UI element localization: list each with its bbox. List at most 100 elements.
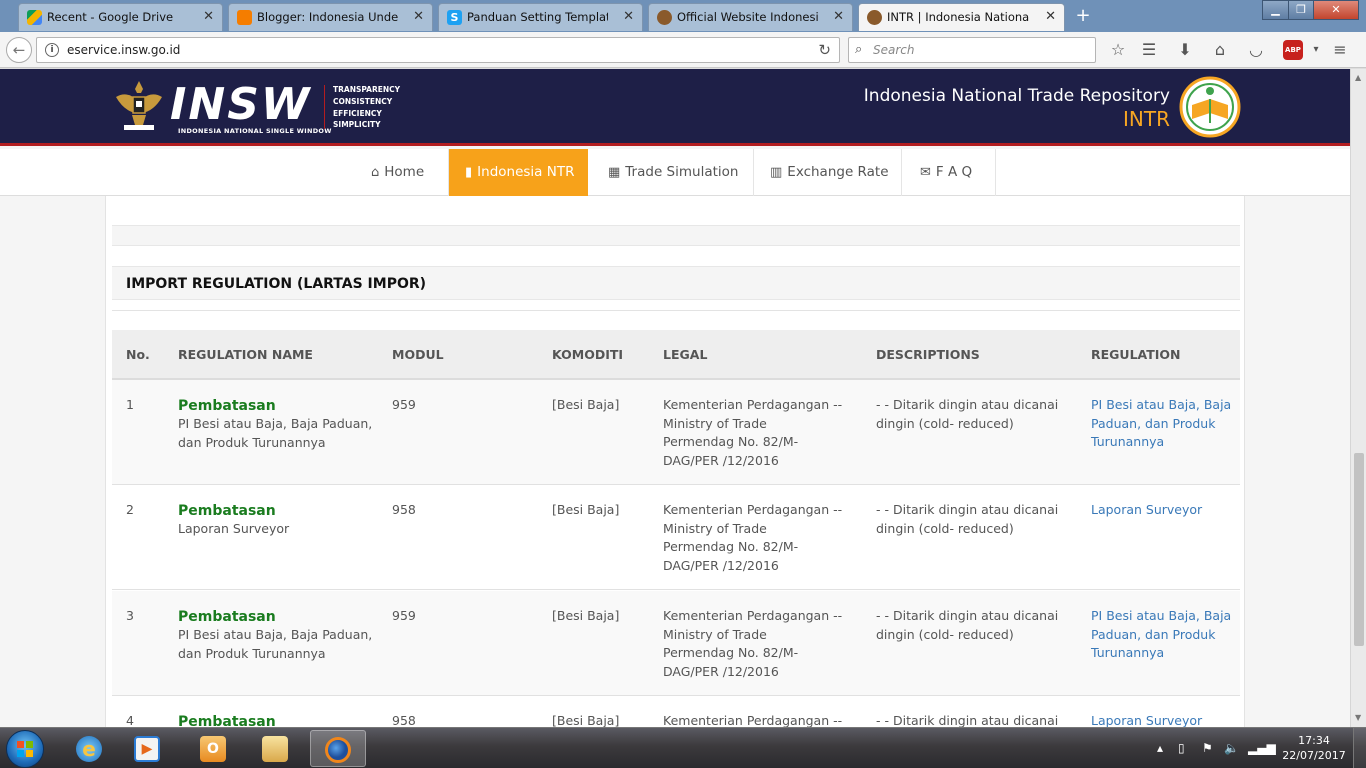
browser-tab-strip: Recent - Google Drive ✕ Blogger: Indones… [0, 0, 1366, 32]
scroll-up-icon[interactable]: ▲ [1355, 73, 1361, 82]
column-header-legal: LEGAL [663, 347, 708, 362]
close-icon[interactable]: ✕ [1045, 9, 1056, 24]
table-header: No. REGULATION NAME MODUL KOMODITI LEGAL… [112, 330, 1240, 380]
browser-tab[interactable]: Official Website Indonesia Na ✕ [648, 3, 853, 31]
chevron-down-icon[interactable]: ▾ [1306, 40, 1326, 60]
home-icon[interactable]: ⌂ [1210, 40, 1230, 60]
firefox-icon [325, 737, 351, 763]
clock-time: 17:34 [1298, 734, 1330, 747]
blogger-icon [237, 10, 252, 25]
garuda-icon [867, 10, 882, 25]
description-text: - - Ditarik dingin atau dicanai [876, 713, 1059, 727]
description-text: - - Ditarik dingin atau dicanai [876, 397, 1059, 412]
regulation-link[interactable]: PI Besi atau Baja, Baja Paduan, dan Prod… [1091, 396, 1231, 452]
scroll-down-icon[interactable]: ▼ [1355, 713, 1361, 722]
new-tab-button[interactable]: + [1072, 5, 1094, 27]
logo-divider [324, 85, 325, 129]
nav-home[interactable]: ⌂ Home [357, 149, 449, 196]
browser-tab[interactable]: Blogger: Indonesia Underman ✕ [228, 3, 433, 31]
regulation-name-text: PI Besi atau Baja, Baja Paduan, [178, 627, 373, 642]
komoditi: [Besi Baja] [552, 397, 620, 412]
section-header: IMPORT REGULATION (LARTAS IMPOR) [112, 266, 1240, 300]
nav-indonesia-ntr[interactable]: ▮ Indonesia NTR [449, 149, 588, 196]
back-button[interactable]: ← [6, 37, 32, 63]
tray-device-icon[interactable]: ▯ [1178, 741, 1185, 755]
nav-exchange-rate[interactable]: ▥ Exchange Rate [754, 149, 902, 196]
pocket-icon[interactable]: ◡ [1246, 40, 1266, 60]
maximize-button[interactable]: ❐ [1288, 0, 1314, 20]
column-header-no: No. [126, 347, 150, 362]
komoditi: [Besi Baja] [552, 608, 620, 623]
komoditi: [Besi Baja] [552, 713, 620, 727]
close-icon[interactable]: ✕ [833, 9, 844, 24]
show-desktop-button[interactable] [1353, 728, 1366, 768]
regulation-type: Pembatasan [178, 609, 276, 625]
url-bar[interactable]: i eservice.insw.go.id ↻ [36, 37, 840, 63]
taskbar-media-player[interactable]: ▶ [120, 730, 176, 767]
search-input[interactable]: ⌕ Search [848, 37, 1096, 63]
close-icon[interactable]: ✕ [203, 9, 214, 24]
insw-logo[interactable]: INSW [170, 79, 311, 130]
browser-tab[interactable]: S Panduan Setting Template Ex ✕ [438, 3, 643, 31]
browser-tab[interactable]: Recent - Google Drive ✕ [18, 3, 223, 31]
reload-icon[interactable]: ↻ [818, 41, 831, 59]
url-text: eservice.insw.go.id [67, 43, 181, 57]
modul: 959 [392, 397, 416, 412]
regulation-link[interactable]: Laporan Surveyor [1091, 712, 1202, 727]
legal: Kementerian Perdagangan -- Ministry of T… [663, 501, 842, 575]
regulation-link[interactable]: Laporan Surveyor [1091, 501, 1202, 520]
search-icon: ⌕ [855, 42, 863, 57]
taskbar-internet-explorer[interactable]: e [62, 730, 118, 767]
regulation-name-text: dan Produk Turunannya [178, 645, 326, 661]
regulation-link[interactable]: PI Besi atau Baja, Baja Paduan, dan Prod… [1091, 607, 1231, 663]
regulation-link-text: Turunannya [1091, 645, 1165, 660]
regulation-name-text: Laporan Surveyor [178, 521, 290, 536]
tab-title: INTR | Indonesia National Tra [887, 10, 1030, 24]
info-icon[interactable]: i [45, 43, 59, 57]
description-text: - - Ditarik dingin atau dicanai [876, 608, 1059, 623]
legal-text: DAG/PER /12/2016 [663, 452, 779, 468]
close-icon[interactable]: ✕ [413, 9, 424, 24]
menu-icon[interactable]: ≡ [1330, 40, 1350, 60]
adblock-icon[interactable]: ABP [1283, 40, 1303, 60]
action-center-icon[interactable]: ⚑ [1202, 741, 1213, 755]
regulation-link-text: PI Besi atau Baja, Baja [1091, 608, 1232, 623]
nav-label: Home [384, 164, 425, 180]
vertical-scrollbar[interactable]: ▲ ▼ [1350, 69, 1366, 727]
scrollbar-thumb[interactable] [1354, 453, 1364, 646]
folder-icon [262, 736, 288, 762]
close-icon[interactable]: ✕ [623, 9, 634, 24]
column-header-regulation: REGULATION [1091, 347, 1181, 362]
browser-tab-active[interactable]: INTR | Indonesia National Tra ✕ [858, 3, 1065, 31]
repo-title: Indonesia National Trade Repository [863, 86, 1170, 106]
taskbar: e ▶ O ▴ ▯ ⚑ 🔈 ▂▄▆ 17:34 22/07/2017 [0, 727, 1366, 768]
close-window-button[interactable]: ✕ [1313, 0, 1359, 20]
legal: Kementerian Perdagangan -- [663, 712, 842, 727]
bookmark-star-icon[interactable]: ☆ [1108, 40, 1128, 60]
garuda-emblem-icon [116, 81, 162, 130]
start-button[interactable] [6, 730, 44, 768]
taskbar-firefox[interactable] [310, 730, 366, 767]
network-signal-icon[interactable]: ▂▄▆ [1248, 741, 1276, 755]
grid-icon: ▦ [608, 165, 621, 180]
taskbar-file-explorer[interactable] [248, 730, 304, 767]
regulation-link-text: Paduan, dan Produk [1091, 626, 1216, 642]
minimize-button[interactable]: ▁ [1262, 0, 1289, 20]
regulation-name: Pembatasan [178, 713, 276, 727]
download-icon[interactable]: ⬇ [1175, 40, 1195, 60]
tray-expand-icon[interactable]: ▴ [1157, 741, 1163, 755]
volume-icon[interactable]: 🔈 [1224, 741, 1239, 755]
nav-faq[interactable]: ✉ F A Q [902, 149, 996, 196]
column-header-modul: MODUL [392, 347, 444, 362]
legal-text: Ministry of Trade [663, 415, 767, 431]
description: - - Ditarik dingin atau dicanai dingin (… [876, 396, 1058, 433]
nav-trade-simulation[interactable]: ▦ Trade Simulation [588, 149, 754, 196]
modul: 958 [392, 713, 416, 727]
value-simplicity: SIMPLICITY [333, 120, 381, 130]
taskbar-outlook[interactable]: O [186, 730, 242, 767]
modul: 958 [392, 502, 416, 517]
reading-list-icon[interactable]: ☰ [1139, 40, 1159, 60]
value-consistency: CONSISTENCY [333, 96, 393, 106]
taskbar-clock[interactable]: 17:34 22/07/2017 [1282, 733, 1346, 763]
description-text: dingin (cold- reduced) [876, 626, 1014, 642]
